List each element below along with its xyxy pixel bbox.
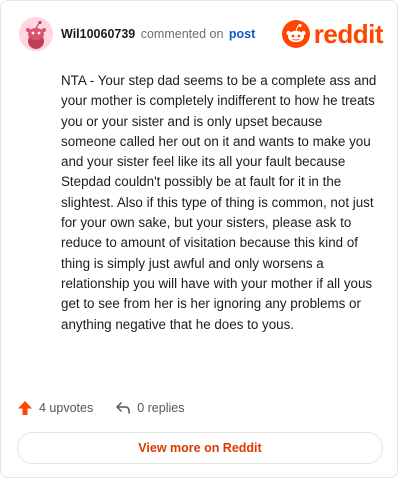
comment-stats: 4 upvotes 0 replies: [17, 397, 206, 419]
reddit-comment-card: Wil10060739 commented on post reddit NTA…: [0, 0, 398, 478]
comment-action-text: commented on: [140, 27, 224, 41]
snoo-avatar-icon: [19, 17, 53, 51]
reddit-logo[interactable]: reddit: [281, 18, 384, 49]
upvote-stat[interactable]: 4 upvotes: [17, 400, 93, 416]
reddit-wordmark: reddit: [313, 18, 384, 49]
upvote-arrow-icon: [18, 401, 32, 415]
reddit-snoo-icon: [281, 20, 310, 48]
comment-header: Wil10060739 commented on post reddit: [15, 15, 384, 55]
upvote-count: 4 upvotes: [39, 401, 94, 415]
post-link[interactable]: post: [229, 27, 255, 41]
user-avatar[interactable]: [19, 17, 53, 51]
comment-body: NTA - Your step dad seems to be a comple…: [61, 73, 377, 332]
comment-meta: Wil10060739 commented on post: [61, 27, 255, 41]
view-more-button[interactable]: View more on Reddit: [17, 432, 383, 464]
reply-stat[interactable]: 0 replies: [115, 400, 184, 416]
reply-arrow-icon: [116, 402, 130, 414]
reply-count: 0 replies: [137, 401, 185, 415]
username-link[interactable]: Wil10060739: [61, 27, 135, 41]
